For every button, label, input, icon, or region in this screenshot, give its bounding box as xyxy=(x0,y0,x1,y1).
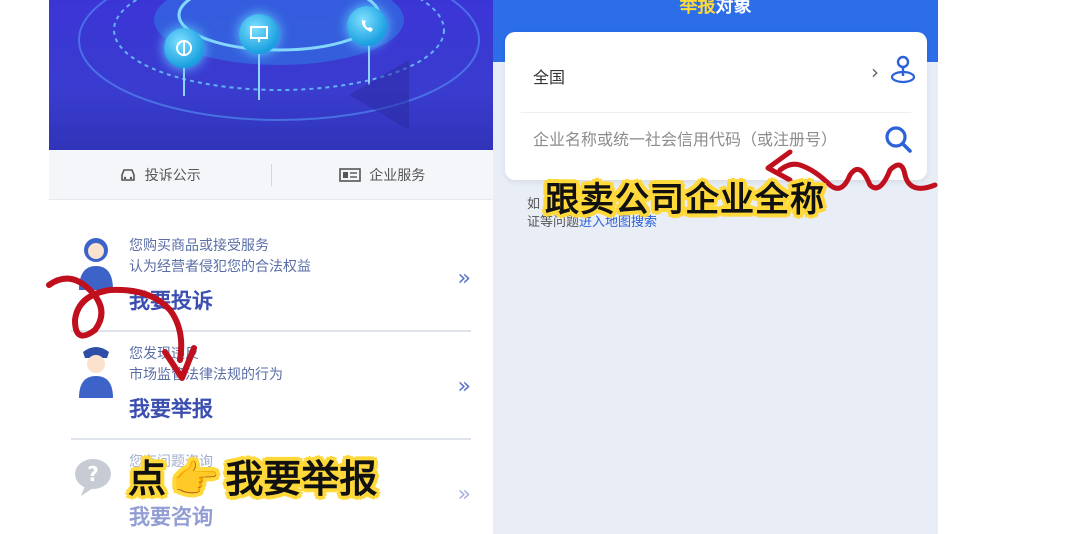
search-icon[interactable] xyxy=(883,124,913,154)
tab-enterprise-service[interactable]: 企业服务 xyxy=(272,165,494,185)
map-pin-icon[interactable] xyxy=(889,54,917,84)
double-chevron-icon: » xyxy=(457,374,471,399)
search-card: 全国 › xyxy=(505,32,927,180)
page-title: 举报对象 xyxy=(679,0,752,17)
id-card-icon xyxy=(339,167,362,182)
monitor-icon xyxy=(239,14,279,54)
officer-icon xyxy=(79,347,113,398)
tab-complaint-public[interactable]: 投诉公示 xyxy=(49,165,271,185)
tab-bar: 投诉公示 企业服务 xyxy=(49,150,493,200)
divider xyxy=(521,112,911,113)
complaint-item[interactable]: 您购买商品或接受服务 认为经营者侵犯您的合法权益 我要投诉 » xyxy=(71,200,471,313)
question-bubble-icon: ? xyxy=(75,459,111,496)
hero-banner xyxy=(49,0,493,150)
double-chevron-icon: » xyxy=(457,266,471,291)
item-description: 您购买商品或接受服务 认为经营者侵犯您的合法权益 xyxy=(129,238,311,275)
female-agent-icon xyxy=(79,238,113,290)
annotation-caption: 跟卖公司企业全称 xyxy=(545,180,825,220)
car-icon xyxy=(120,168,135,181)
report-item[interactable]: 您发现违反 市场监管法律法规的行为 我要举报 » xyxy=(71,308,471,421)
svg-text:?: ? xyxy=(87,462,99,486)
item-title: 我要咨询 xyxy=(129,505,213,529)
tab-label: 企业服务 xyxy=(369,167,426,184)
double-chevron-icon: » xyxy=(457,482,471,507)
right-screen: 举报对象 全国 › 如 证等问题进入地图搜索 xyxy=(493,0,938,534)
region-selector[interactable]: 全国 xyxy=(533,64,565,88)
chevron-right-icon[interactable]: › xyxy=(871,60,879,84)
pointing-hand-icon: 👉 xyxy=(172,457,220,501)
enterprise-search-input[interactable] xyxy=(533,130,873,149)
item-description: 您发现违反 市场监管法律法规的行为 xyxy=(129,346,283,383)
annotation-caption: 点 👉 我要举报 xyxy=(128,457,378,501)
tab-label: 投诉公示 xyxy=(144,167,201,184)
phone-icon xyxy=(347,6,387,46)
scale-icon xyxy=(164,28,204,68)
